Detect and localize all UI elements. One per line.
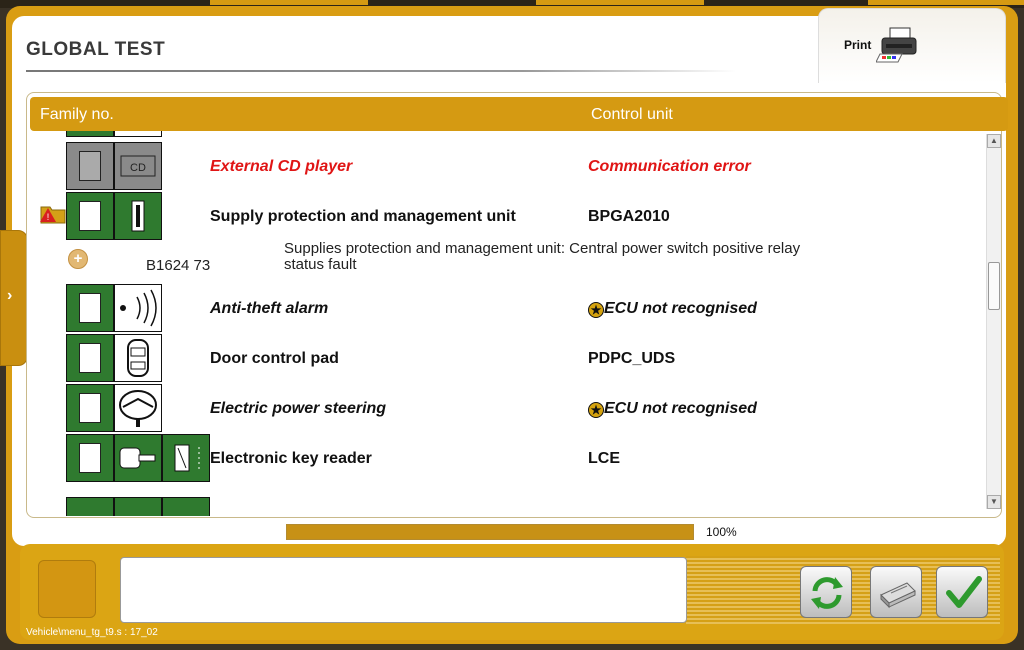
- fault-description: Supplies protection and management unit:…: [284, 240, 801, 273]
- print-report-button[interactable]: [870, 566, 922, 618]
- table-row[interactable]: Electric power steering ★ ECU not recogni…: [26, 384, 986, 434]
- star-icon: ★: [588, 302, 604, 318]
- validate-button[interactable]: [936, 566, 988, 618]
- table-row[interactable]: CD External CD player Communication erro…: [26, 142, 986, 192]
- print-label[interactable]: Print: [844, 38, 871, 52]
- table-row[interactable]: Electronic key reader LCE: [26, 434, 986, 484]
- table-row[interactable]: Anti-theft alarm ★ ECU not recognised: [26, 284, 986, 334]
- side-expand-tab[interactable]: ›: [0, 230, 28, 366]
- fault-code: B1624 73: [146, 257, 211, 274]
- family-name: Electric power steering: [210, 400, 387, 417]
- scroll-down-button[interactable]: ▼: [987, 495, 1001, 509]
- table-rows: CD External CD player Communication erro…: [26, 131, 986, 516]
- key-icon: [114, 434, 162, 482]
- ecu-chip-icon: [66, 384, 114, 432]
- table-row[interactable]: ! Supply protection and management unit …: [26, 192, 986, 242]
- family-name: Door control pad: [210, 350, 339, 367]
- scroll-up-button[interactable]: ▲: [987, 134, 1001, 148]
- star-icon: ★: [588, 402, 604, 418]
- table-scrollbar[interactable]: ▲ ▼: [986, 134, 1001, 509]
- ecu-chip-icon: [66, 192, 114, 240]
- control-unit-value: PDPC_UDS: [588, 350, 676, 367]
- family-name: Supply protection and management unit: [210, 208, 516, 225]
- ecu-chip-icon: [66, 497, 114, 516]
- table-row[interactable]: [26, 131, 986, 139]
- refresh-icon: [811, 577, 843, 609]
- key-reader-icon: [162, 434, 210, 482]
- family-name: Anti-theft alarm: [210, 300, 329, 317]
- ecu-chip-icon: [66, 434, 114, 482]
- progress-label: 100%: [706, 525, 737, 539]
- print-report-icon: [880, 582, 916, 609]
- control-unit-value: ★ ECU not recognised: [588, 400, 757, 418]
- control-unit-value: LCE: [588, 450, 620, 467]
- cd-player-icon: CD: [114, 142, 162, 190]
- ecu-chip-icon: [66, 142, 114, 190]
- ecu-chip-icon: [66, 284, 114, 332]
- table-header: [30, 97, 1008, 131]
- title-divider: [26, 70, 736, 72]
- expand-plus-icon[interactable]: +: [68, 249, 88, 269]
- status-path: Vehicle\menu_tg_t9.s : 17_02: [26, 627, 158, 638]
- page-title: GLOBAL TEST: [26, 39, 166, 60]
- message-box: [120, 557, 687, 623]
- refresh-button[interactable]: [800, 566, 852, 618]
- table-row[interactable]: [26, 497, 986, 516]
- car-door-icon: [114, 334, 162, 382]
- control-unit-value: ★ ECU not recognised: [588, 300, 757, 318]
- module-icon: [162, 497, 210, 516]
- ecu-chip-icon: [66, 334, 114, 382]
- control-unit-value: Communication error: [588, 158, 751, 175]
- scroll-thumb[interactable]: [988, 262, 1000, 310]
- table-row[interactable]: Door control pad PDPC_UDS: [26, 334, 986, 384]
- validate-check-icon: [946, 576, 982, 608]
- status-indicator: [38, 560, 96, 618]
- progress-bar: [286, 524, 694, 540]
- progress-fill: [287, 525, 693, 539]
- printer-icon[interactable]: [876, 24, 922, 64]
- family-name: External CD player: [210, 158, 353, 175]
- fault-detail-row[interactable]: + B1624 73 Supplies protection and manag…: [26, 239, 986, 283]
- control-unit-value: BPGA2010: [588, 208, 670, 225]
- alarm-icon: [114, 284, 162, 332]
- family-name: Electronic key reader: [210, 450, 372, 467]
- ecu-chip-icon: [66, 131, 114, 137]
- module-icon: [114, 131, 162, 137]
- column-header-family[interactable]: Family no.: [40, 106, 114, 124]
- column-header-control-unit[interactable]: Control unit: [591, 106, 673, 124]
- svg-text:CD: CD: [130, 162, 146, 174]
- svg-text:!: !: [47, 212, 50, 222]
- module-icon: [114, 497, 162, 516]
- chevron-right-icon: ›: [7, 287, 13, 304]
- supply-unit-icon: [114, 192, 162, 240]
- warning-folder-icon[interactable]: !: [40, 202, 66, 224]
- steering-wheel-icon: [114, 384, 162, 432]
